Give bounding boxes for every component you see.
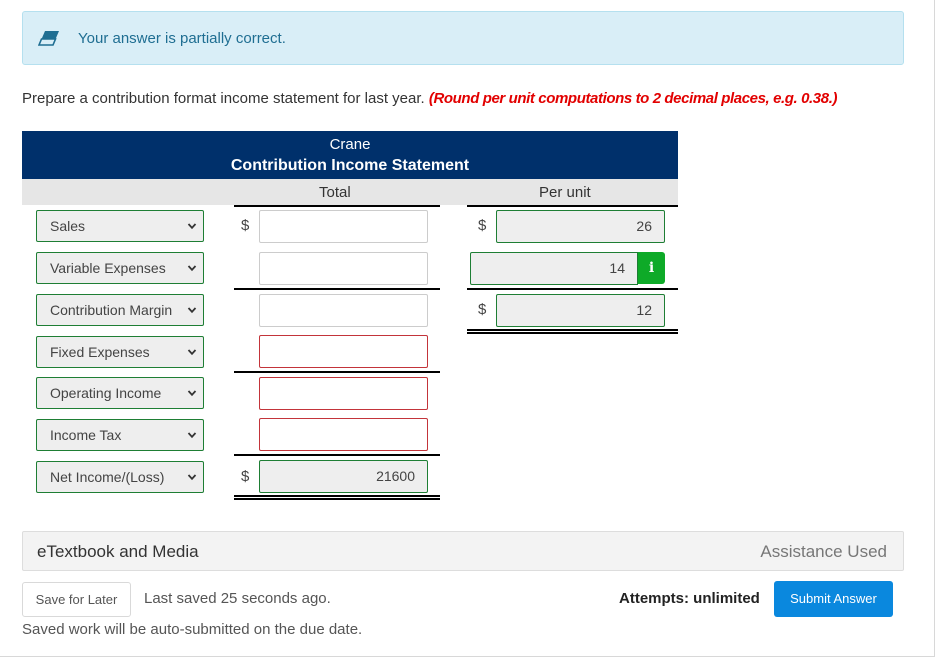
question-instructions: Prepare a contribution format income sta… (22, 90, 837, 107)
net-income-total-input[interactable]: 21600 (259, 460, 428, 493)
select-value: Variable Expenses (50, 260, 166, 276)
row-label-select-income-tax[interactable]: Income Tax (36, 419, 204, 451)
select-value: Fixed Expenses (50, 344, 150, 360)
row-label-select-contribution-margin[interactable]: Contribution Margin (36, 294, 204, 326)
double-rule-per-unit (467, 329, 678, 334)
instructions-text: Prepare a contribution format income sta… (22, 90, 425, 107)
save-for-later-button[interactable]: Save for Later (22, 582, 131, 617)
chevron-down-icon (187, 349, 197, 356)
select-value: Net Income/(Loss) (50, 469, 165, 485)
fixed-expenses-total-input[interactable] (259, 335, 428, 368)
select-value: Income Tax (50, 427, 122, 443)
column-header-per-unit: Per unit (539, 184, 591, 201)
statement-header: Crane Contribution Income Statement (22, 131, 678, 179)
subtotal-rule-total (234, 454, 440, 456)
row-label-select-variable-expenses[interactable]: Variable Expenses (36, 252, 204, 284)
chevron-down-icon (187, 474, 197, 481)
contribution-margin-per-unit-input[interactable]: 12 (496, 294, 665, 327)
currency-symbol: $ (478, 217, 487, 234)
info-icon[interactable]: i (638, 252, 665, 284)
select-value: Sales (50, 218, 86, 234)
subtotal-rule-total (234, 288, 440, 290)
chevron-down-icon (187, 223, 197, 230)
company-name: Crane (329, 136, 371, 153)
currency-symbol: $ (241, 217, 250, 234)
double-rule-total (234, 495, 440, 500)
contribution-margin-total-input[interactable] (259, 294, 428, 327)
currency-symbol: $ (241, 468, 250, 485)
row-label-select-operating-income[interactable]: Operating Income (36, 377, 204, 409)
auto-submit-note: Saved work will be auto-submitted on the… (22, 621, 363, 638)
select-value: Operating Income (50, 385, 162, 401)
feedback-message: Your answer is partially correct. (78, 30, 286, 47)
chevron-down-icon (187, 265, 197, 272)
row-label-select-fixed-expenses[interactable]: Fixed Expenses (36, 336, 204, 368)
submit-answer-button[interactable]: Submit Answer (774, 581, 893, 617)
etextbook-media-link[interactable]: eTextbook and Media (37, 542, 199, 562)
subtotal-rule-per-unit (467, 288, 678, 290)
variable-expenses-per-unit-input[interactable]: 14 (470, 252, 638, 285)
assistance-used-label: Assistance Used (760, 542, 887, 561)
subtotal-rule-total (234, 371, 440, 373)
chevron-down-icon (187, 307, 197, 314)
chevron-down-icon (187, 390, 197, 397)
etextbook-media-bar[interactable]: eTextbook and Media Assistance Used (22, 531, 904, 571)
column-header-total: Total (319, 184, 351, 201)
sales-total-input[interactable] (259, 210, 428, 243)
feedback-alert: Your answer is partially correct. (22, 11, 904, 65)
per-unit-header-rule (467, 205, 678, 207)
variable-expenses-total-input[interactable] (259, 252, 428, 285)
chevron-down-icon (187, 432, 197, 439)
operating-income-total-input[interactable] (259, 377, 428, 410)
row-label-select-sales[interactable]: Sales (36, 210, 204, 242)
statement-title: Contribution Income Statement (230, 157, 470, 174)
rounding-hint: (Round per unit computations to 2 decima… (428, 90, 838, 107)
select-value: Contribution Margin (50, 302, 173, 318)
eraser-icon (38, 31, 59, 46)
currency-symbol: $ (478, 301, 487, 318)
total-header-rule (234, 205, 440, 207)
row-label-select-net-income[interactable]: Net Income/(Loss) (36, 461, 204, 493)
income-tax-total-input[interactable] (259, 418, 428, 451)
sales-per-unit-input[interactable]: 26 (496, 210, 665, 243)
last-saved-status: Last saved 25 seconds ago. (144, 590, 331, 607)
attempts-label: Attempts: unlimited (619, 590, 760, 607)
